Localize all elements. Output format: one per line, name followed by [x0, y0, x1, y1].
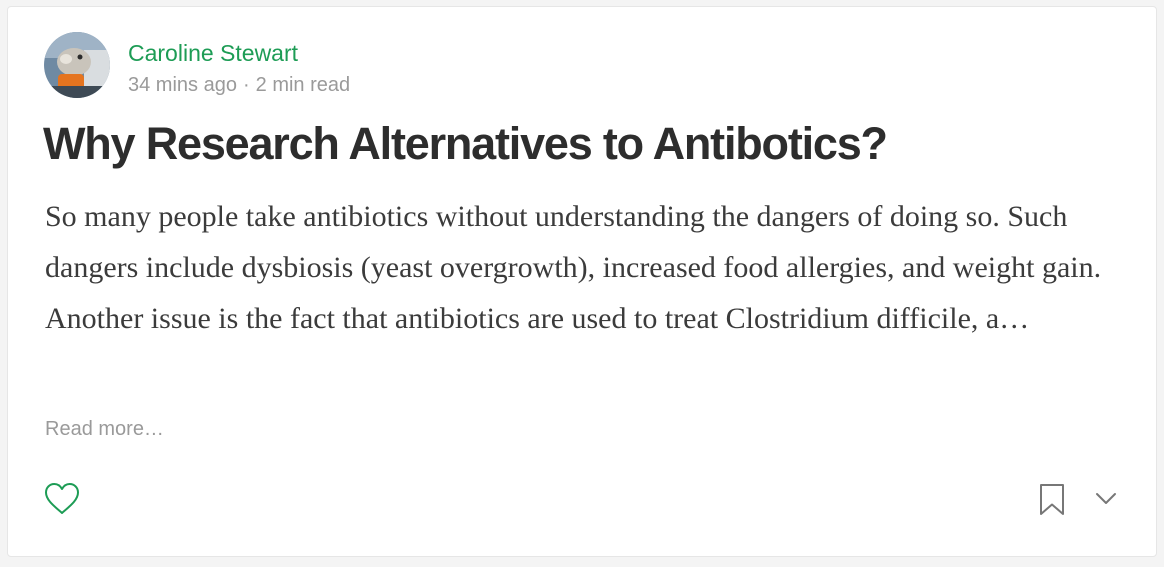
read-time: 2 min read [255, 74, 351, 96]
chevron-down-icon[interactable] [1095, 491, 1117, 507]
post-card: Caroline Stewart 34 mins ago · 2 min read … [7, 6, 1157, 557]
author-avatar[interactable] [44, 32, 110, 98]
bookmark-icon[interactable] [1038, 483, 1066, 517]
post-title[interactable]: Why Research Alternatives to Antibotics? [43, 116, 888, 172]
meta-separator: · [242, 74, 250, 96]
read-more-link[interactable]: Read more… [45, 415, 164, 443]
post-time: 34 mins ago [128, 74, 237, 96]
heart-icon[interactable] [44, 482, 80, 516]
author-name[interactable]: Caroline Stewart [128, 38, 298, 68]
post-meta: 34 mins ago · 2 min read [128, 71, 350, 99]
post-excerpt[interactable]: So many people take antibiotics without … [45, 191, 1135, 344]
avatar-image [44, 32, 110, 98]
